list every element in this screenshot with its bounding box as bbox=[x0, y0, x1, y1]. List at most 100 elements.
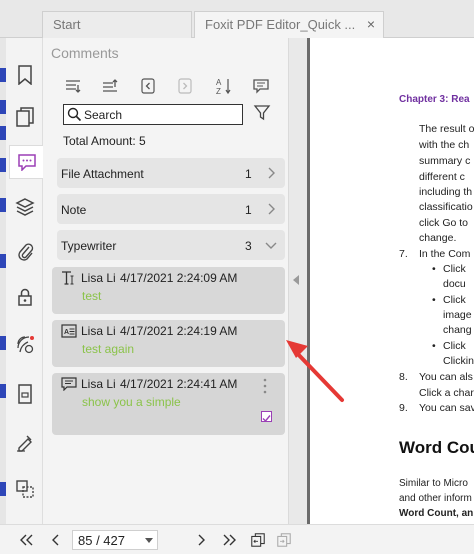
comments-panel: Comments AZ Total Amount: 5 File Attachm… bbox=[43, 38, 288, 524]
chevron-down-icon[interactable] bbox=[264, 238, 278, 252]
group-file-attachment[interactable]: File Attachment 1 bbox=[57, 158, 285, 188]
comment-card[interactable]: Lisa Li 4/17/2021 2:24:09 AM test bbox=[52, 267, 285, 314]
last-page-icon[interactable] bbox=[222, 532, 238, 548]
attachment-icon[interactable] bbox=[14, 240, 36, 262]
close-icon[interactable]: × bbox=[367, 16, 375, 32]
annotation-arrow bbox=[286, 340, 344, 402]
tab-start[interactable]: Start bbox=[42, 11, 192, 38]
sort-icon[interactable]: AZ bbox=[214, 76, 234, 96]
previous-comment-icon[interactable] bbox=[138, 76, 158, 96]
chapter-heading: Chapter 3: Rea bbox=[399, 94, 470, 105]
doc-line: Clickin bbox=[443, 355, 474, 367]
next-page-icon[interactable] bbox=[193, 532, 209, 548]
search-input[interactable] bbox=[84, 107, 234, 122]
page-navigation-bar: 85 / 427 bbox=[0, 524, 474, 554]
group-label: File Attachment bbox=[61, 167, 144, 181]
tab-strip: Start Foxit PDF Editor_Quick ... × bbox=[0, 0, 474, 38]
chevron-right-icon[interactable] bbox=[264, 202, 278, 216]
doc-line: You can sav bbox=[419, 402, 474, 414]
page-number: 85 / 427 bbox=[78, 533, 125, 548]
comment-card[interactable]: A Lisa Li 4/17/2021 2:24:19 AM test agai… bbox=[52, 320, 285, 367]
panel-title: Comments bbox=[51, 45, 119, 61]
doc-line: classificatio bbox=[419, 201, 473, 213]
textbox-icon: A bbox=[61, 324, 77, 338]
doc-line: different c bbox=[419, 171, 465, 183]
comments-icon[interactable] bbox=[9, 145, 43, 179]
doc-line: with the ch bbox=[419, 139, 470, 151]
svg-text:A: A bbox=[216, 78, 222, 87]
comment-date: 4/17/2021 2:24:41 AM bbox=[120, 377, 238, 391]
doc-line: including th bbox=[419, 186, 473, 198]
section-heading: Word Cou bbox=[399, 438, 474, 457]
dropdown-icon[interactable] bbox=[145, 538, 153, 543]
list-number: 7. bbox=[399, 248, 408, 260]
previous-view-icon[interactable] bbox=[250, 532, 266, 548]
list-number: 9. bbox=[399, 402, 408, 414]
previous-page-icon[interactable] bbox=[48, 532, 64, 548]
page-number-input[interactable]: 85 / 427 bbox=[72, 530, 158, 550]
expand-all-icon[interactable] bbox=[63, 76, 83, 96]
fill-sign-icon[interactable] bbox=[14, 431, 36, 453]
comment-date: 4/17/2021 2:24:09 AM bbox=[120, 271, 238, 285]
doc-line: chang bbox=[443, 324, 472, 336]
doc-line: Click a char bbox=[419, 387, 474, 399]
doc-line: change. bbox=[419, 232, 457, 244]
comment-date: 4/17/2021 2:24:19 AM bbox=[120, 324, 238, 338]
compare-icon[interactable] bbox=[14, 478, 36, 500]
svg-text:Z: Z bbox=[216, 87, 221, 95]
next-view-icon[interactable] bbox=[276, 532, 292, 548]
comment-author: Lisa Li bbox=[81, 271, 116, 285]
collapse-panel-icon[interactable] bbox=[293, 275, 299, 285]
doc-line: image bbox=[443, 309, 472, 321]
doc-line: Click bbox=[443, 294, 466, 306]
bookmark-icon[interactable] bbox=[14, 64, 36, 86]
more-options-icon[interactable] bbox=[262, 378, 268, 394]
doc-line: docu bbox=[443, 278, 466, 290]
group-label: Note bbox=[61, 203, 87, 217]
tab-label: Foxit PDF Editor_Quick ... bbox=[205, 17, 356, 32]
next-comment-icon[interactable] bbox=[175, 76, 195, 96]
summary-icon[interactable] bbox=[251, 76, 271, 96]
layers-icon[interactable] bbox=[14, 196, 36, 218]
doc-line: The result o bbox=[419, 123, 474, 135]
chevron-right-icon[interactable] bbox=[264, 166, 278, 180]
security-icon[interactable] bbox=[14, 286, 36, 308]
doc-line: You can als bbox=[419, 371, 473, 383]
callout-icon bbox=[61, 377, 77, 391]
comment-author: Lisa Li bbox=[81, 324, 116, 338]
tab-document[interactable]: Foxit PDF Editor_Quick ... × bbox=[194, 11, 384, 38]
typewriter-icon bbox=[62, 271, 74, 285]
bullet: • bbox=[432, 294, 436, 306]
checkmark-icon bbox=[262, 415, 271, 423]
pages-icon[interactable] bbox=[14, 106, 36, 128]
comment-text[interactable]: test bbox=[82, 289, 101, 303]
comment-text[interactable]: test again bbox=[82, 342, 134, 356]
comment-text[interactable]: show you a simple bbox=[82, 395, 181, 409]
search-box[interactable] bbox=[63, 104, 243, 125]
group-note[interactable]: Note 1 bbox=[57, 194, 285, 224]
document-page[interactable]: Chapter 3: Rea The result o with the ch … bbox=[310, 38, 474, 524]
total-amount: Total Amount: 5 bbox=[63, 134, 146, 148]
bullet: • bbox=[432, 340, 436, 352]
doc-line: summary c bbox=[419, 155, 471, 167]
navigation-rail bbox=[6, 38, 43, 524]
first-page-icon[interactable] bbox=[18, 532, 34, 548]
comment-card[interactable]: Lisa Li 4/17/2021 2:24:41 AM show you a … bbox=[52, 373, 285, 435]
doc-line: In the Com bbox=[419, 248, 471, 260]
group-count: 1 bbox=[245, 203, 252, 217]
search-icon bbox=[67, 107, 82, 122]
group-count: 1 bbox=[245, 167, 252, 181]
comment-author: Lisa Li bbox=[81, 377, 116, 391]
form-icon[interactable] bbox=[14, 383, 36, 405]
filter-icon[interactable] bbox=[253, 104, 273, 124]
status-checkbox[interactable] bbox=[261, 411, 272, 423]
signature-icon[interactable] bbox=[14, 334, 36, 356]
tab-label: Start bbox=[53, 17, 81, 32]
panel-splitter[interactable] bbox=[288, 38, 307, 524]
doc-line: Similar to Micro bbox=[399, 478, 468, 489]
svg-text:A: A bbox=[64, 329, 69, 336]
group-typewriter[interactable]: Typewriter 3 bbox=[57, 230, 285, 260]
collapse-all-icon[interactable] bbox=[100, 76, 120, 96]
group-label: Typewriter bbox=[61, 239, 117, 253]
bullet: • bbox=[432, 263, 436, 275]
